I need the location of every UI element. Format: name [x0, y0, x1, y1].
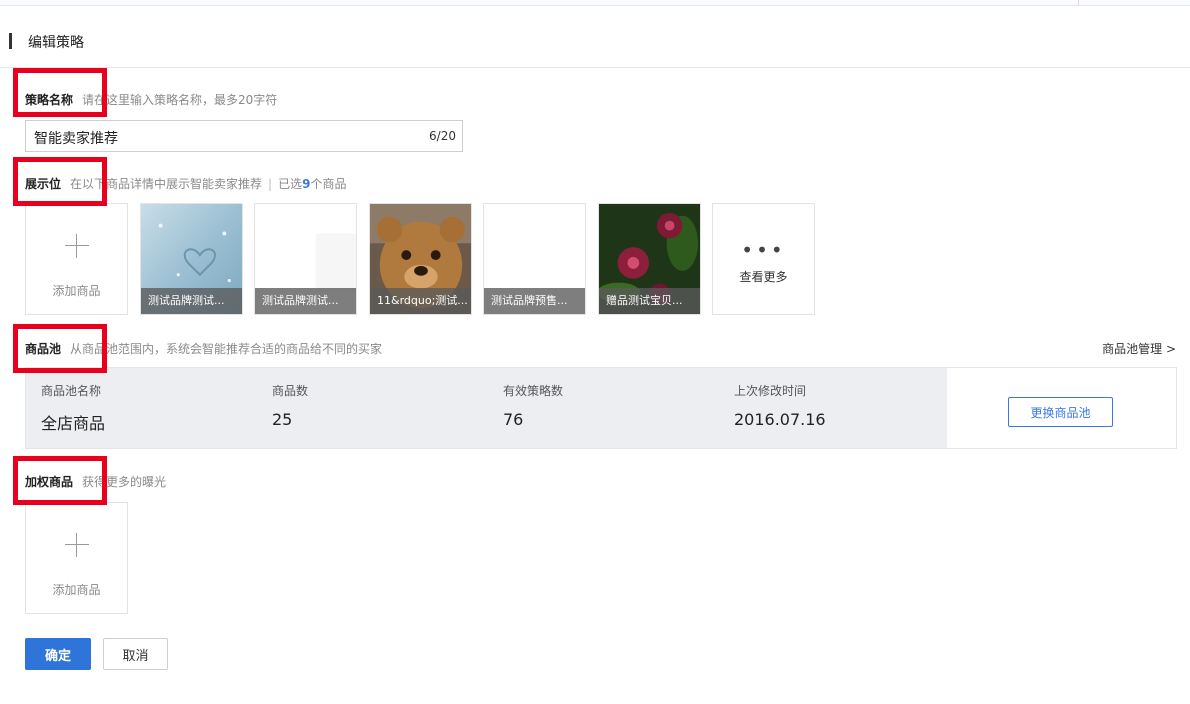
view-more-button[interactable]: ••• 查看更多 — [712, 203, 815, 315]
strategy-name-value[interactable]: 智能卖家推荐 — [34, 128, 118, 148]
weighted-add-label: 添加商品 — [52, 583, 101, 597]
selected-suffix: 个商品 — [310, 177, 347, 191]
pool-strategy-value: 76 — [503, 410, 524, 429]
pool-name-value: 全店商品 — [41, 414, 106, 433]
pool-strategy-header: 有效策略数 — [503, 384, 564, 398]
weighted-label: 加权商品 — [25, 475, 74, 489]
pool-action-area: 更换商品池 — [947, 368, 1176, 448]
display-add-label: 添加商品 — [52, 284, 101, 298]
display-add-product-button[interactable]: 添加商品 — [25, 203, 128, 315]
product-tile[interactable]: 赠品测试宝贝... — [598, 203, 701, 315]
pool-count-value: 25 — [272, 410, 293, 429]
pool-hint: 从商品池范围内，系统会智能推荐合适的商品给不同的买家 — [70, 342, 383, 356]
page-title: 编辑策略 — [28, 35, 84, 51]
pool-modified-header: 上次修改时间 — [734, 384, 807, 398]
product-tile[interactable]: 测试品牌预售... — [483, 203, 586, 315]
plus-icon — [65, 234, 89, 258]
strategy-name-input[interactable]: 智能卖家推荐 6/20 — [25, 120, 463, 152]
pool-count-header: 商品数 — [272, 384, 309, 398]
pool-modified-value: 2016.07.16 — [734, 410, 826, 429]
product-tile[interactable]: 测试品牌测试... — [140, 203, 243, 315]
pool-label: 商品池 — [25, 342, 62, 356]
cancel-button[interactable]: 取消 — [103, 638, 168, 670]
pool-manage-link[interactable]: 商品池管理 > — [1102, 340, 1176, 357]
product-caption: 测试品牌预售... — [484, 288, 585, 314]
product-caption: 测试品牌测试... — [255, 288, 356, 314]
strategy-name-label: 策略名称 — [25, 93, 74, 107]
pool-name-header: 商品池名称 — [41, 384, 102, 398]
display-hint-text: 在以下商品详情中展示智能卖家推荐 — [70, 177, 263, 191]
top-border — [0, 0, 1190, 6]
display-label: 展示位 — [25, 177, 62, 191]
product-caption: 11&rdquo;测试... — [370, 288, 471, 314]
hint-separator: | — [268, 177, 273, 191]
product-caption: 赠品测试宝贝... — [599, 288, 700, 314]
change-pool-button[interactable]: 更换商品池 — [1008, 397, 1113, 427]
weighted-hint: 获得更多的曝光 — [82, 475, 167, 489]
display-hint: 在以下商品详情中展示智能卖家推荐 | 已选9个商品 — [70, 175, 346, 192]
product-tile[interactable]: 11&rdquo;测试... — [369, 203, 472, 315]
page-header: 编辑策略 — [0, 20, 1190, 68]
weighted-add-product-button[interactable]: 添加商品 — [25, 502, 128, 614]
ellipsis-icon: ••• — [741, 238, 786, 262]
strategy-name-hint: 请在这里输入策略名称，最多20字符 — [82, 93, 278, 107]
plus-icon — [65, 533, 89, 557]
product-tile[interactable]: 测试品牌测试... — [254, 203, 357, 315]
title-bar-marker — [9, 33, 12, 49]
selected-prefix: 已选 — [278, 177, 303, 191]
view-more-label: 查看更多 — [739, 270, 788, 284]
pool-panel: 商品池名称 全店商品 商品数 25 有效策略数 76 上次修改时间 2016.0… — [25, 367, 1177, 449]
product-caption: 测试品牌测试... — [141, 288, 242, 314]
confirm-button[interactable]: 确定 — [25, 638, 91, 670]
top-divider — [1078, 0, 1079, 6]
char-counter: 6/20 — [429, 129, 456, 143]
